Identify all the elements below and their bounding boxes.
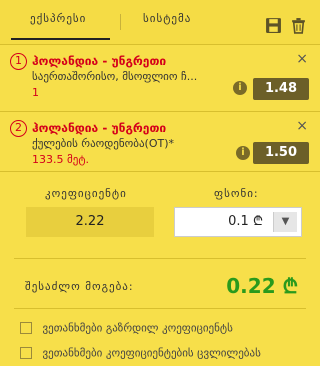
betslip-tabs: ექსპრესი სისტემა [0, 0, 320, 44]
odds-badge: 1.48 [253, 78, 309, 100]
betslip-summary: კოეფიციენტი ფსონი: 2.22 0.1 ₾ ▼ შესაძლო … [0, 171, 320, 366]
info-icon[interactable]: i [233, 81, 247, 95]
stake-label: ფსონი: [214, 187, 259, 200]
bet-number: 2 [10, 120, 27, 137]
possible-win-value: 0.22 ₾ [226, 274, 298, 298]
divider [14, 308, 306, 309]
bet-number: 1 [10, 53, 27, 70]
bet-event-title: ჰოლანდია - უნგრეთი [32, 121, 167, 135]
tab-express[interactable]: ექსპრესი [30, 12, 86, 25]
remove-bet-close-icon[interactable]: × [296, 51, 308, 67]
divider [14, 258, 306, 259]
bet-item: 2 ჰოლანდია - უნგრეთი ქულების რაოდენობა(O… [0, 111, 320, 171]
bet-market: ქულების რაოდენობა(OT)* [32, 137, 175, 150]
info-icon[interactable]: i [236, 146, 250, 160]
tab-system[interactable]: სისტემა [143, 12, 191, 25]
checkbox-label[interactable]: ვეთანხმები გაზრდილ კოეფიციენტს [43, 322, 233, 335]
save-icon[interactable] [265, 17, 282, 34]
accept-increased-odds-option[interactable]: ვეთანხმები გაზრდილ კოეფიციენტს [20, 321, 233, 335]
bet-market: საერთაშორისო, მსოფლიო ჩ... [32, 70, 198, 83]
tab-divider [120, 14, 121, 30]
checkbox[interactable] [20, 322, 32, 334]
bet-item: 1 ჰოლანდია - უნგრეთი საერთაშორისო, მსოფლ… [0, 44, 320, 111]
trash-icon[interactable] [290, 17, 307, 34]
bet-selection: 133.5 მეტ. [32, 153, 90, 166]
coefficient-label: კოეფიციენტი [45, 187, 127, 200]
possible-win-label: შესაძლო მოგება: [25, 280, 134, 293]
stake-value[interactable]: 0.1 ₾ [228, 208, 263, 236]
odds-badge: 1.50 [253, 142, 309, 164]
total-coefficient: 2.22 [26, 207, 154, 237]
accept-odds-change-option[interactable]: ვეთანხმები კოეფიციენტების ცვლილებას [20, 346, 261, 360]
checkbox[interactable] [20, 347, 32, 359]
chevron-down-icon[interactable]: ▼ [273, 212, 297, 232]
active-tab-indicator [11, 38, 110, 40]
checkbox-label[interactable]: ვეთანხმები კოეფიციენტების ცვლილებას [43, 347, 261, 360]
bet-event-title: ჰოლანდია - უნგრეთი [32, 54, 167, 68]
remove-bet-close-icon[interactable]: × [296, 118, 308, 134]
bet-selection: 1 [32, 86, 39, 99]
stake-select[interactable]: 0.1 ₾ ▼ [174, 207, 302, 237]
